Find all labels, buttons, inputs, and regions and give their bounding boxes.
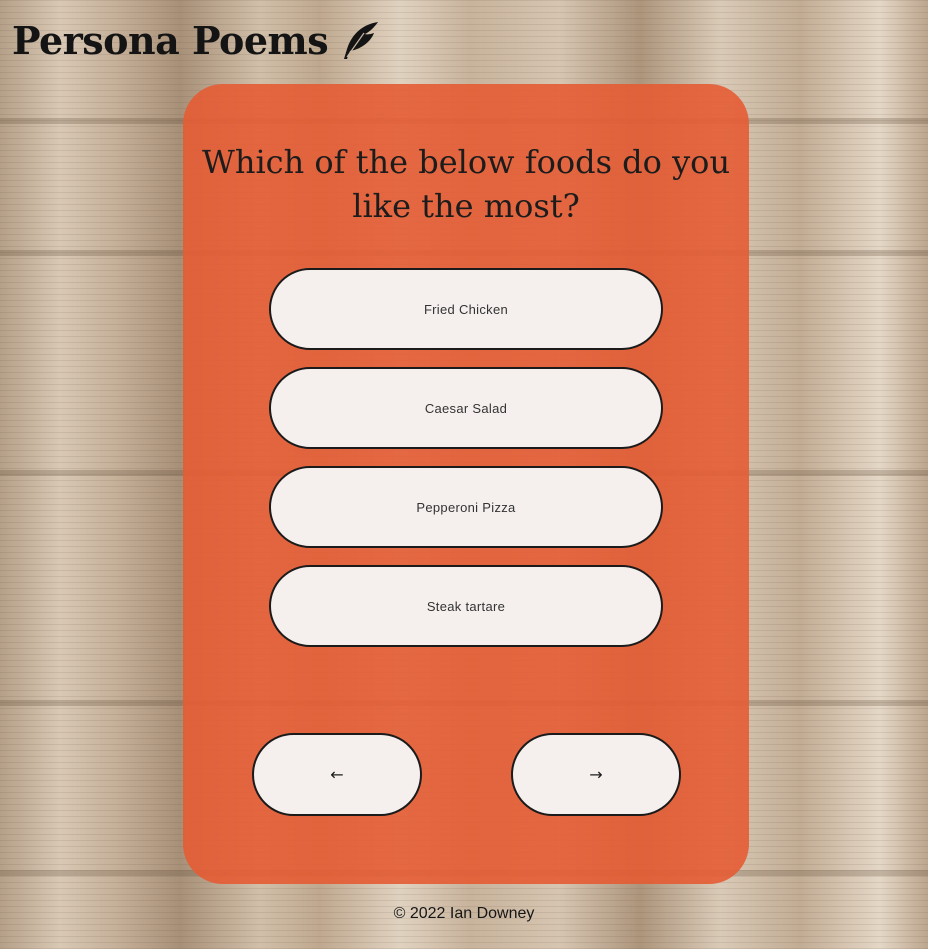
quiz-card: Which of the below foods do you like the… [183,84,749,884]
back-button[interactable]: ← [252,733,422,816]
option-button-caesar-salad[interactable]: Caesar Salad [269,367,663,449]
arrow-left-icon: ← [330,765,344,784]
feather-icon [344,21,379,59]
question-title: Which of the below foods do you like the… [201,143,731,225]
footer-copyright: © 2022 Ian Downey [393,905,535,922]
option-button-steak-tartare[interactable]: Steak tartare [269,565,663,647]
option-button-pepperoni-pizza[interactable]: Pepperoni Pizza [269,466,663,548]
arrow-right-icon: → [589,765,603,784]
site-title: Persona Poems [12,18,329,63]
option-label: Fried Chicken [423,301,509,317]
option-label: Pepperoni Pizza [416,499,516,515]
next-button[interactable]: → [511,733,681,816]
site-logo[interactable]: Persona Poems [12,18,382,63]
option-label: Steak tartare [426,598,506,614]
option-label: Caesar Salad [424,400,508,416]
option-button-fried-chicken[interactable]: Fried Chicken [269,268,663,350]
